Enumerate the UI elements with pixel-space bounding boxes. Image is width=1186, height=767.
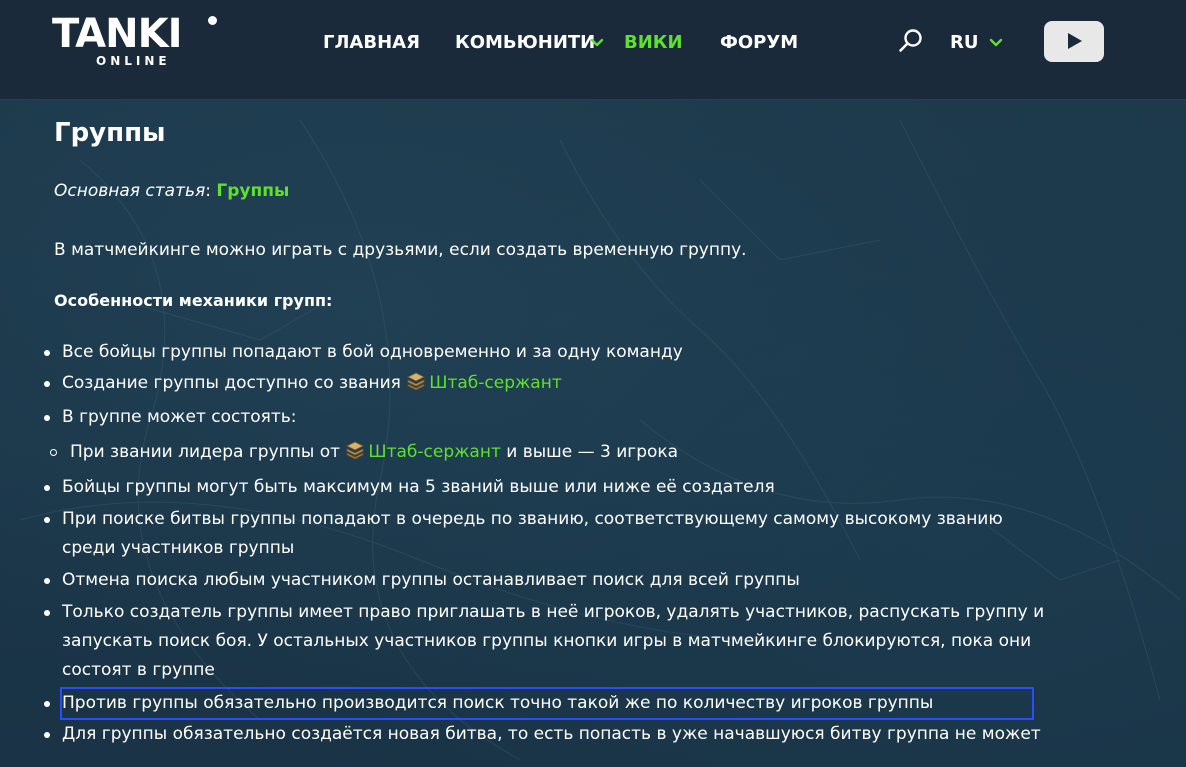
list-item-text: Создание группы доступно со звания [62, 373, 401, 393]
article-content: Группы Основная статья: Группы В матчмей… [0, 100, 1186, 767]
bullet [44, 350, 50, 356]
section-subheading: Особенности механики групп: [54, 291, 333, 310]
site-header: TANKI ONLINE ГЛАВНАЯ КОМЬЮНИТИ ВИКИ ФОРУ… [0, 0, 1186, 100]
list-item-highlighted: Против группы обязательно производится п… [40, 687, 1160, 720]
list-item: Только создатель группы имеет право приг… [40, 598, 1160, 685]
page-title: Группы [54, 118, 166, 148]
list-item-line: среди участников группы [62, 538, 295, 558]
language-chevron-down-icon[interactable] [989, 36, 1003, 50]
bullet [44, 610, 50, 616]
list-item: Бойцы группы могут быть максимум на 5 зв… [40, 473, 1160, 502]
main-article-note: Основная статья: Группы [54, 179, 289, 203]
list-item: Создание группы доступно со звания Штаб-… [40, 369, 1160, 398]
bullet [44, 732, 50, 738]
youtube-button[interactable] [1044, 21, 1104, 62]
list-item: В группе может состоять: [40, 403, 1160, 432]
list-item-line: При поиске битвы группы попадают в очере… [62, 509, 1003, 529]
list-item-text-after: и выше — 3 игрока [506, 442, 679, 462]
nav-item-home[interactable]: ГЛАВНАЯ [323, 30, 420, 56]
rank-link[interactable]: Штаб-сержант [368, 442, 500, 462]
nav-item-community[interactable]: КОМЬЮНИТИ [455, 30, 595, 56]
bullet [44, 701, 50, 707]
nav-item-wiki[interactable]: ВИКИ [624, 30, 683, 56]
intro-text: В матчмейкинге можно играть с друзьями, … [54, 240, 747, 260]
logo-sub-text: ONLINE [96, 54, 171, 68]
main-article-link[interactable]: Группы [216, 181, 289, 201]
hollow-bullet [50, 449, 57, 456]
main-article-label: Основная статья [54, 181, 206, 201]
main-article-sep: : [205, 181, 211, 201]
bullet [44, 415, 50, 421]
staff-sergeant-rank-icon [407, 372, 426, 391]
language-label: RU [950, 32, 979, 53]
youtube-play-icon [1068, 33, 1082, 49]
list-item-text: Бойцы группы могут быть максимум на 5 зв… [62, 477, 775, 497]
list-item-text: Отмена поиска любым участником группы ос… [62, 570, 800, 590]
search-icon[interactable] [898, 28, 924, 54]
list-item-line: Только создатель группы имеет право приг… [62, 602, 1045, 622]
logo-main-text: TANKI [52, 11, 182, 57]
list-item-line: запускать поиск боя. У остальных участни… [62, 631, 1032, 651]
list-item: Для группы обязательно создаётся новая б… [40, 720, 1160, 749]
staff-sergeant-rank-icon [346, 441, 365, 460]
bullet [44, 578, 50, 584]
nav-item-forum[interactable]: ФОРУМ [720, 30, 798, 56]
logo-dot [208, 16, 217, 25]
list-item-text: При звании лидера группы от [70, 442, 340, 462]
sub-list-item: При звании лидера группы от Штаб-сержант… [40, 438, 1160, 467]
list-item-text: Все бойцы группы попадают в бой одноврем… [62, 342, 683, 362]
list-item-text: В группе может состоять: [62, 407, 297, 427]
list-item: Все бойцы группы попадают в бой одноврем… [40, 338, 1160, 367]
language-selector[interactable]: RU [950, 30, 978, 56]
list-item-line: состоят в группе [62, 660, 215, 680]
bullet [44, 517, 50, 523]
highlighted-list-item-text: Против группы обязательно производится п… [60, 687, 1034, 720]
bullet [44, 485, 50, 491]
rank-link[interactable]: Штаб-сержант [429, 373, 561, 393]
bullet [44, 381, 50, 387]
list-item: При поиске битвы группы попадают в очере… [40, 505, 1160, 563]
list-item-text: Для группы обязательно создаётся новая б… [62, 724, 1041, 744]
tanki-online-logo[interactable]: TANKI ONLINE [52, 14, 222, 70]
chevron-down-icon[interactable] [590, 36, 604, 50]
features-list: Все бойцы группы попадают в бой одноврем… [40, 338, 1160, 749]
list-item: Отмена поиска любым участником группы ос… [40, 566, 1160, 595]
